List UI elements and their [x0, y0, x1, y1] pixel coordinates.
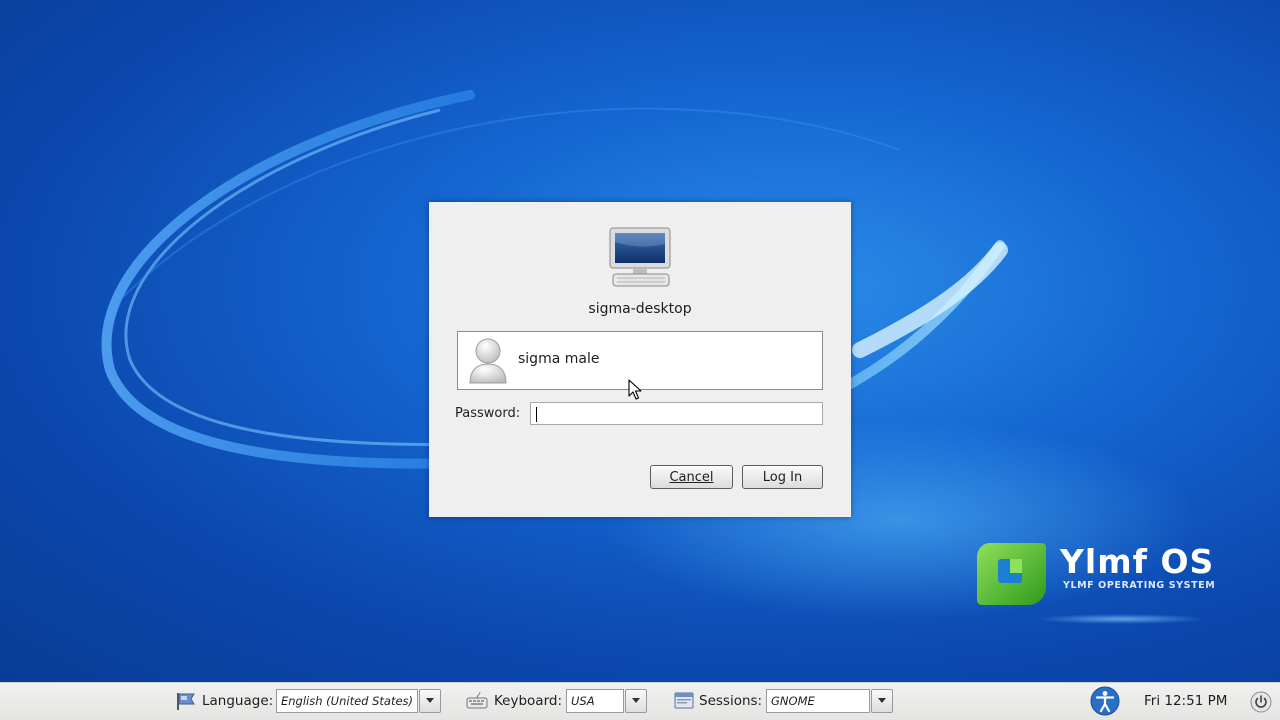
user-avatar-icon — [469, 338, 507, 384]
sessions-select[interactable]: GNOME — [766, 689, 870, 713]
computer-icon — [609, 227, 671, 287]
login-dialog: sigma-desktop sigma male Password: Cance… — [429, 202, 851, 517]
user-name: sigma male — [518, 351, 600, 367]
sessions-dropdown-button[interactable] — [871, 689, 893, 713]
clock: Fri 12:51 PM — [1144, 693, 1228, 709]
language-flag-icon — [177, 693, 195, 710]
bottom-panel: Language: English (United States) Keyboa… — [0, 682, 1280, 720]
keyboard-dropdown-button[interactable] — [625, 689, 647, 713]
language-select[interactable]: English (United States) — [276, 689, 418, 713]
cancel-button-label: Cancel — [669, 469, 714, 485]
keyboard-label: Keyboard: — [494, 693, 563, 709]
hostname-label: sigma-desktop — [588, 301, 692, 317]
ylmf-logo-icon — [977, 543, 1046, 605]
sessions-label: Sessions: — [699, 693, 763, 709]
brand-reflection — [1036, 614, 1206, 624]
password-input[interactable] — [530, 402, 823, 425]
language-dropdown-button[interactable] — [419, 689, 441, 713]
chevron-down-icon — [426, 698, 434, 703]
keyboard-select[interactable]: USA — [566, 689, 624, 713]
power-icon[interactable] — [1250, 691, 1272, 713]
language-label: Language: — [202, 693, 274, 709]
password-label: Password: — [455, 406, 521, 421]
keyboard-icon — [466, 691, 488, 709]
text-cursor — [536, 407, 537, 422]
sessions-icon — [674, 692, 694, 709]
login-button-label: Log In — [762, 469, 803, 485]
login-button[interactable]: Log In — [742, 465, 823, 489]
brand-logo: Ylmf OS YLMF OPERATING SYSTEM — [976, 540, 1226, 630]
accessibility-icon[interactable] — [1090, 686, 1120, 716]
chevron-down-icon — [632, 698, 640, 703]
mouse-pointer-icon — [628, 379, 642, 400]
chevron-down-icon — [878, 698, 886, 703]
brand-subtitle: YLMF OPERATING SYSTEM — [1063, 580, 1216, 591]
cancel-button[interactable]: Cancel — [650, 465, 733, 489]
brand-title: Ylmf OS — [1060, 542, 1215, 581]
